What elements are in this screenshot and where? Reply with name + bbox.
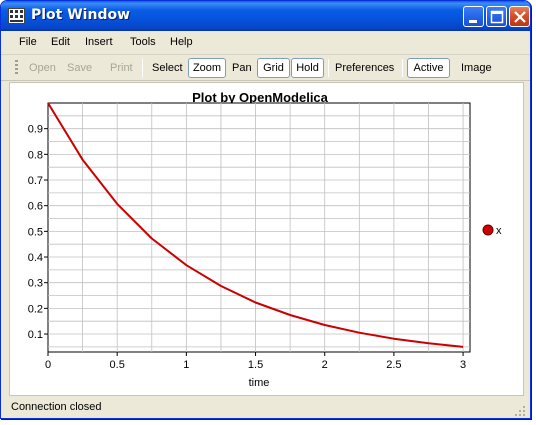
maximize-icon (490, 10, 504, 24)
menu-insert[interactable]: Insert (85, 36, 113, 48)
plot-window: Plot Window File Edit Insert Tools Help (0, 0, 531, 419)
save-button[interactable]: Save (67, 62, 92, 74)
y-tick-label: 0.8 (28, 149, 43, 161)
open-button[interactable]: Open (29, 62, 56, 74)
zoom-button[interactable]: Zoom (188, 58, 226, 78)
legend-label: x (496, 225, 502, 237)
select-button[interactable]: Select (152, 62, 183, 74)
close-icon (514, 11, 526, 23)
plot-area: Plot by OpenModelica 0 0.5 1 1.5 2 2.5 3 0.1 0.2… (9, 82, 524, 396)
x-tick-label: 0 (45, 359, 51, 371)
toolbar-separator (142, 59, 143, 77)
title-bar[interactable]: Plot Window (1, 1, 530, 31)
preferences-button[interactable]: Preferences (335, 62, 394, 74)
legend-marker (482, 224, 494, 236)
app-icon (8, 8, 25, 24)
menu-tools[interactable]: Tools (130, 36, 156, 48)
y-tick-label: 0.9 (28, 124, 43, 136)
menu-edit[interactable]: Edit (51, 36, 70, 48)
x-tick-label: 2 (322, 359, 328, 371)
y-tick-label: 0.4 (28, 252, 43, 264)
menu-file[interactable]: File (19, 36, 37, 48)
x-tick-label: 0.5 (110, 359, 125, 371)
x-tick-label: 1 (183, 359, 189, 371)
x-tick-label: 2.5 (386, 359, 401, 371)
close-button[interactable] (509, 6, 530, 27)
plot-frame (47, 102, 471, 353)
x-axis-label: time (249, 377, 270, 389)
menu-bar: File Edit Insert Tools Help (1, 31, 530, 54)
menu-help[interactable]: Help (170, 36, 193, 48)
status-bar: Connection closed (1, 397, 530, 418)
toolbar-grip[interactable] (15, 60, 18, 76)
toolbar-separator (328, 59, 329, 77)
y-tick-label: 0.5 (28, 226, 43, 238)
x-tick-label: 1.5 (248, 359, 263, 371)
minimize-button[interactable] (463, 6, 484, 27)
y-tick-label: 0.6 (28, 201, 43, 213)
plot-canvas[interactable]: Plot by OpenModelica 0 0.5 1 1.5 2 2.5 30.10.2… (10, 83, 525, 397)
grid-button[interactable]: Grid (257, 58, 290, 78)
y-tick-label: 0.2 (28, 303, 43, 315)
pan-button[interactable]: Pan (232, 62, 252, 74)
y-tick-label: 0.7 (28, 175, 43, 187)
toolbar: Open Save Print Select Zoom Pan Grid Hol… (1, 54, 530, 81)
maximize-button[interactable] (486, 6, 507, 27)
image-button[interactable]: Image (461, 62, 492, 74)
resize-grip-icon[interactable] (514, 405, 526, 417)
active-button[interactable]: Active (407, 58, 450, 78)
x-tick-label: 3 (460, 359, 466, 371)
print-button[interactable]: Print (110, 62, 133, 74)
toolbar-separator (402, 59, 403, 77)
y-tick-label: 0.1 (28, 329, 43, 341)
hold-button[interactable]: Hold (291, 58, 324, 78)
minimize-icon (469, 20, 477, 23)
status-text: Connection closed (11, 401, 102, 413)
y-tick-label: 0.3 (28, 278, 43, 290)
window-title: Plot Window (31, 7, 131, 23)
